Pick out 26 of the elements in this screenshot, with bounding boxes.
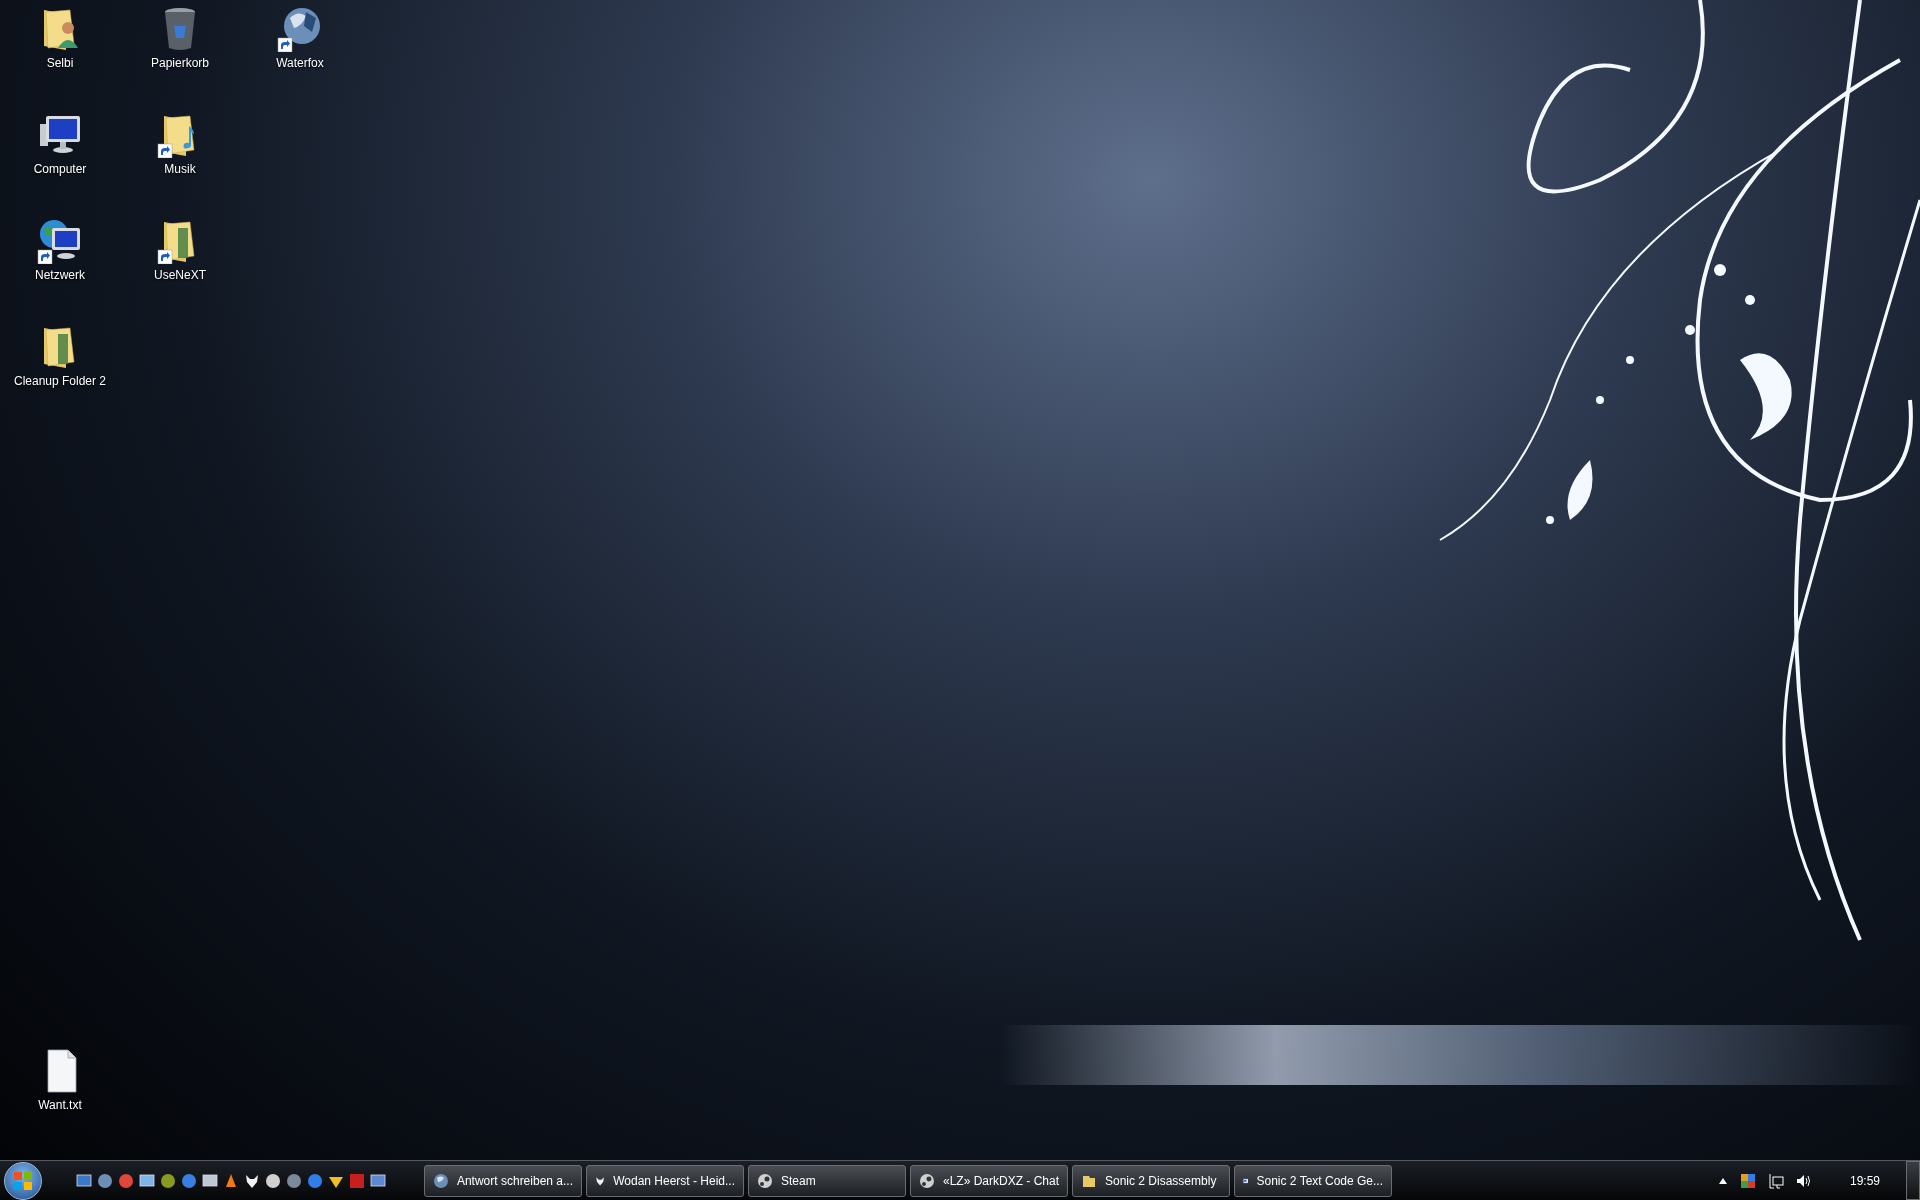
cone-icon[interactable] [223, 1172, 239, 1189]
desktop-icon-label[interactable]: Papierkorb [151, 56, 209, 71]
desktop-icon-label[interactable]: UseNeXT [154, 268, 206, 283]
desktop-icon-label[interactable]: Computer [33, 162, 87, 177]
desktop-icon-label[interactable]: Selbi [46, 56, 74, 71]
taskbar-button[interactable]: Steam [748, 1164, 906, 1197]
desktop-icon-label[interactable]: Waterfox [276, 56, 324, 71]
show-hidden-icons-icon[interactable] [1717, 1176, 1728, 1185]
network-icon[interactable] [1767, 1172, 1784, 1189]
desktop-icon-label[interactable]: Musik [164, 162, 196, 177]
taskbar-button[interactable]: Antwort schreiben a... [424, 1164, 582, 1197]
taskbar-button[interactable]: Sonic 2 Text Code Ge... [1234, 1164, 1392, 1197]
taskbar-button[interactable]: «LZ» DarkDXZ - Chat [910, 1164, 1068, 1197]
taskbar-button[interactable]: Wodan Heerst - Heid... [586, 1164, 744, 1197]
windows-logo-icon [13, 1170, 33, 1191]
taskbar-button[interactable]: Sonic 2 Disassembly [1072, 1164, 1230, 1197]
start-button[interactable] [4, 1161, 42, 1200]
circle-icon[interactable] [118, 1172, 134, 1189]
desktop-icon-label[interactable]: Cleanup Folder 2 [13, 374, 107, 389]
desktop-icon-label[interactable]: Want.txt [38, 1098, 82, 1113]
clock[interactable]: 19:59 [1849, 1171, 1880, 1190]
shield-squares-icon[interactable] [1739, 1172, 1756, 1189]
show-desktop-button[interactable] [1906, 1161, 1920, 1200]
desktop-icon-label[interactable]: Netzwerk [35, 268, 85, 283]
fox-head-icon[interactable] [244, 1172, 260, 1189]
monitor-icon[interactable] [76, 1172, 92, 1189]
